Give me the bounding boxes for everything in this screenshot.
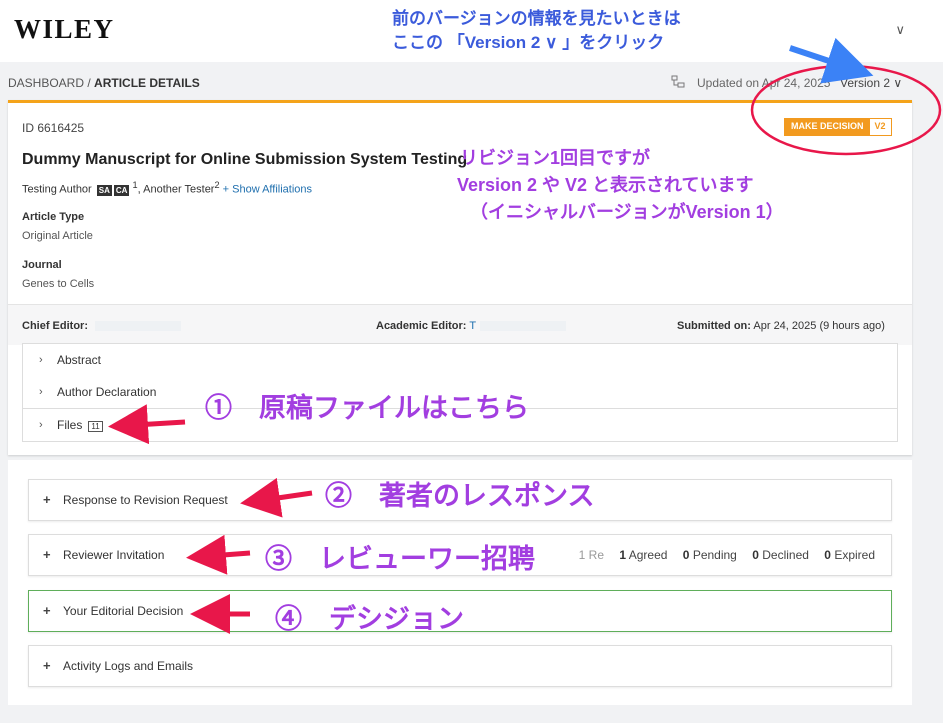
chief-editor: Chief Editor: [22,320,182,332]
pending-stat: 0 Pending [683,548,737,562]
show-affiliations-link[interactable]: + Show Affiliations [223,184,312,196]
journal-value: Genes to Cells [22,278,95,290]
version-note-line2: ここの 「Version 2 ∨ 」をクリック [392,33,665,52]
author-name: , Another Tester [137,183,215,196]
breadcrumb-separator: / [84,76,95,90]
wiley-logo[interactable]: WILEY [14,14,115,45]
chevron-right-icon: › [39,386,43,398]
accordion-label: Files 11 [57,418,103,432]
updated-date: Updated on Apr 24, 2025 [697,76,831,90]
step1-annotation: ① 原稿ファイルはこちら [205,393,529,423]
abstract-accordion[interactable]: › Abstract [22,343,898,377]
article-id: ID 6616425 [22,121,85,135]
journal-label: Journal [22,259,62,271]
section-label: Reviewer Invitation [63,548,165,562]
author-list: Testing Author SA CA 1, Another Tester2 +… [22,180,312,196]
expired-count: 0 [824,548,831,562]
submitting-author-badge: SA [96,184,112,196]
affiliation-sup: 2 [214,180,220,190]
redacted-name [480,321,567,332]
activity-logs-section[interactable]: + Activity Logs and Emails [28,645,892,687]
step4-annotation: ④ デシジョン [275,604,464,634]
plus-icon: + [43,492,51,507]
revision-note-line3: （イニシャルバージョンがVersion 1） [470,202,784,222]
user-menu-chevron-icon[interactable]: ∨ [895,22,905,38]
agreed-label: Agreed [628,548,668,562]
plus-icon: + [43,547,51,562]
breadcrumb-current: ARTICLE DETAILS [94,76,200,90]
revision-note-line2: Version 2 や V2 と表示されています [457,175,754,195]
article-title: Dummy Manuscript for Online Submission S… [22,151,468,168]
author-name: Testing Author [22,183,92,196]
declined-label: Declined [762,548,809,562]
section-label: Response to Revision Request [63,493,228,507]
reviewer-partial-text: 1 Re [578,548,605,562]
make-decision-label: MAKE DECISION [785,119,870,135]
accordion-label: Author Declaration [57,385,157,399]
chevron-right-icon: › [39,419,43,431]
accordion-label: Abstract [57,353,102,367]
plus-icon: + [43,658,51,673]
revision-note-line1: リビジョン1回目ですが [460,148,651,168]
submitted-on: Submitted on: Apr 24, 2025 (9 hours ago) [677,320,885,332]
section-label: Activity Logs and Emails [63,659,194,673]
redacted-name [95,321,182,332]
section-label: Your Editorial Decision [63,604,184,618]
step2-annotation: ② 著者のレスポンス [325,481,595,511]
files-count: 11 [88,421,103,432]
academic-editor-label: Academic Editor: [376,320,467,332]
academic-editor-value[interactable]: T [469,320,476,332]
version-note-line1: 前のバージョンの情報を見たいときは [392,9,681,28]
decision-version-label: V2 [874,121,886,131]
plus-icon: + [43,603,51,618]
submitted-value: Apr 24, 2025 (9 hours ago) [753,320,885,332]
pending-count: 0 [682,548,690,562]
article-type-label: Article Type [22,211,85,223]
breadcrumb-dashboard[interactable]: DASHBOARD [8,76,84,90]
corresponding-author-badge: CA [113,184,130,196]
declined-stat: 0 Declined [752,548,809,562]
academic-editor: Academic Editor: T [376,320,567,332]
chief-editor-label: Chief Editor: [22,320,88,332]
pending-label: Pending [692,548,737,562]
step3-annotation: ③ レビューワー招聘 [265,544,535,574]
chevron-right-icon: › [39,354,43,366]
article-type-value: Original Article [22,230,93,242]
version-dropdown[interactable]: Version 2 ∨ [840,76,902,90]
submitted-label: Submitted on: [677,320,751,332]
expired-label: Expired [834,548,875,562]
breadcrumb-bar: DASHBOARD / ARTICLE DETAILS Updated on A… [0,62,943,102]
editor-row: Chief Editor: Academic Editor: T Submitt… [8,304,912,345]
declined-count: 0 [752,548,759,562]
breadcrumb: DASHBOARD / ARTICLE DETAILS [8,76,200,90]
agreed-stat: 1 Agreed [619,548,667,562]
expired-stat: 0 Expired [824,548,875,562]
make-decision-button[interactable]: MAKE DECISION V2 [784,118,892,136]
reviewer-stats: 1 Re 1 Agreed 0 Pending 0 Declined 0 Exp… [567,548,875,562]
folder-tree-icon [671,75,685,88]
agreed-count: 1 [619,548,627,562]
files-label: Files [57,418,83,432]
